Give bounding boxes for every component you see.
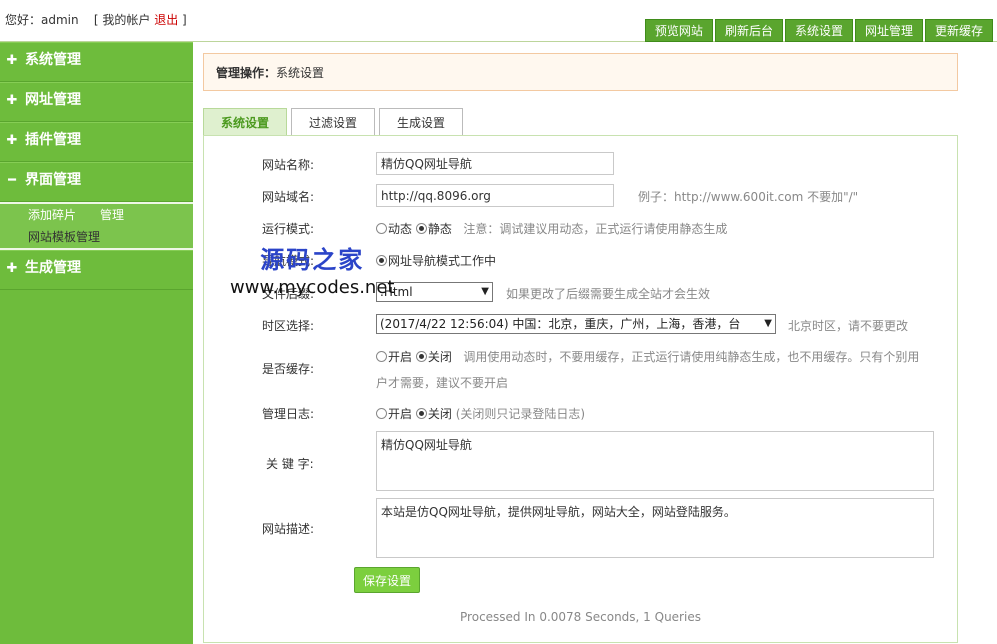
run-mode-label: 运行模式: [262, 222, 315, 236]
admin-log-label: 管理日志: [262, 407, 315, 421]
operation-value: 系统设置 [276, 66, 325, 80]
template-manage-link[interactable]: 网站模板管理 [28, 226, 100, 248]
site-domain-label: 网站域名: [262, 190, 315, 204]
greeting-text: 您好：admin [5, 13, 79, 27]
site-domain-input[interactable] [376, 184, 614, 207]
admin-log-options: 开启 关闭 (关闭则只记录登陆日志) [376, 405, 585, 422]
url-manage-button[interactable]: 网址管理 [854, 19, 923, 42]
site-domain-hint: 例子：http://www.600it.com 不要加"/" [638, 190, 859, 204]
file-ext-label: 文件后缀: [262, 287, 315, 301]
cache-off-radio[interactable] [415, 351, 427, 362]
cache-on-label: 开启 [388, 350, 413, 364]
logout-link[interactable]: 退出 [154, 13, 178, 27]
dropdown-arrow-icon: ▼ [764, 315, 772, 333]
file-ext-hint: 如果更改了后缀需要生成全站才会生效 [506, 287, 711, 301]
site-name-label: 网站名称: [262, 158, 315, 172]
sidebar-group-generate[interactable]: ✚ 生成管理 [0, 250, 193, 290]
run-mode-dynamic-label: 动态 [388, 222, 413, 236]
cache-options: 开启 关闭 调用使用动态时，不要用缓存，正式运行请使用纯静态生成，也不用缓存。只… [376, 348, 919, 365]
cache-on-radio[interactable] [376, 351, 387, 362]
account-bracket: ] [182, 13, 187, 27]
system-settings-button[interactable]: 系统设置 [784, 19, 853, 42]
keywords-textarea[interactable]: 精仿QQ网址导航 [376, 431, 934, 491]
run-mode-hint: 注意：调试建议用动态，正式运行请使用静态生成 [463, 222, 728, 236]
user-greeting: 您好：admin [ 我的帐户 退出 ] [5, 11, 187, 28]
refresh-admin-button[interactable]: 刷新后台 [714, 19, 783, 42]
sidebar-group-label: 系统管理 [25, 52, 81, 68]
subitem-fragment-row: 添加碎片 管理 [0, 204, 193, 226]
save-settings-button[interactable]: 保存设置 [354, 567, 421, 593]
plus-icon: ✚ [6, 53, 18, 68]
site-name-input[interactable] [376, 152, 614, 175]
tab-generate-settings[interactable]: 生成设置 [379, 108, 464, 136]
sidebar-group-label: 网址管理 [25, 92, 81, 108]
run-mode-options: 动态 静态 注意：调试建议用动态，正式运行请使用静态生成 [376, 220, 727, 237]
update-cache-button[interactable]: 更新缓存 [924, 19, 993, 42]
main-content: 管理操作：系统设置 系统设置 过滤设置 生成设置 网站名称: 网站域名: 例子：… [203, 53, 958, 643]
operation-bar: 管理操作：系统设置 [203, 53, 958, 91]
dropdown-arrow-icon: ▼ [481, 286, 489, 297]
operation-label: 管理操作： [216, 66, 277, 80]
minus-icon: ━ [8, 173, 16, 188]
plus-icon: ✚ [6, 93, 18, 108]
timezone-select[interactable]: (2017/4/22 12:56:04) 中国：北京，重庆，广州，上海，香港，台… [376, 314, 776, 334]
my-account-link[interactable]: [ 我的帐户 [94, 13, 151, 27]
manage-fragment-link[interactable]: 管理 [100, 204, 124, 226]
row-timezone: 时区选择: (2017/4/22 12:56:04) 中国：北京，重庆，广州，上… [204, 314, 957, 337]
tab-system-settings[interactable]: 系统设置 [203, 108, 288, 136]
sidebar: ✚ 系统管理 ✚ 网址管理 ✚ 插件管理 ━ 界面管理 添加碎片 管理 网站模板管理 ✚… [0, 42, 193, 644]
cache-hint-line2: 户才需要，建议不要开启 [376, 376, 509, 390]
sidebar-group-system[interactable]: ✚ 系统管理 [0, 42, 193, 82]
description-label: 网站描述: [262, 522, 315, 536]
top-nav: 预览网站 刷新后台 系统设置 网址管理 更新缓存 [644, 19, 993, 42]
sidebar-group-interface[interactable]: ━ 界面管理 [0, 162, 193, 202]
run-mode-static-label: 静态 [427, 222, 452, 236]
sidebar-group-label: 生成管理 [25, 260, 81, 276]
run-mode-dynamic-radio[interactable] [376, 223, 387, 234]
timezone-label: 时区选择: [262, 319, 315, 333]
timezone-value: (2017/4/22 12:56:04) 中国：北京，重庆，广州，上海，香港，台 [380, 317, 741, 331]
add-fragment-link[interactable]: 添加碎片 [28, 204, 76, 226]
description-textarea[interactable]: 本站是仿QQ网址导航，提供网址导航，网站大全，网站登陆服务。 [376, 498, 934, 558]
admin-log-on-label: 开启 [388, 407, 413, 421]
admin-log-hint: (关闭则只记录登陆日志) [455, 407, 586, 421]
processing-footer: Processed In 0.0078 Seconds, 1 Queries [460, 610, 701, 624]
tab-filter-settings[interactable]: 过滤设置 [291, 108, 376, 136]
admin-log-on-radio[interactable] [376, 408, 387, 419]
top-bar: 您好：admin [ 我的帐户 退出 ] 预览网站 刷新后台 系统设置 网址管理… [0, 0, 997, 42]
subitem-template-row: 网站模板管理 [0, 226, 193, 248]
sidebar-group-label: 插件管理 [25, 132, 81, 148]
keywords-label: 关 键 字: [266, 457, 314, 471]
nav-mode-option-label: 网址导航模式工作中 [388, 254, 497, 268]
plus-icon: ✚ [6, 261, 18, 276]
sidebar-group-urls[interactable]: ✚ 网址管理 [0, 82, 193, 122]
file-ext-select[interactable]: .Html ▼ [376, 282, 493, 302]
cache-label: 是否缓存: [262, 362, 315, 376]
cache-hint-line1: 调用使用动态时，不要用缓存，正式运行请使用纯静态生成，也不用缓存。只有个别用 [463, 350, 920, 364]
row-file-ext: 文件后缀: .Html ▼ 如果更改了后缀需要生成全站才会生效 [204, 282, 957, 302]
nav-mode-options: 网址导航模式工作中 [376, 252, 496, 269]
plus-icon: ✚ [6, 133, 18, 148]
cache-off-label: 关闭 [427, 350, 452, 364]
admin-log-off-label: 关闭 [427, 407, 452, 421]
nav-mode-label: 导航模式: [262, 254, 315, 268]
settings-tabs: 系统设置 过滤设置 生成设置 [203, 108, 467, 136]
run-mode-static-radio[interactable] [415, 223, 427, 234]
settings-panel: 网站名称: 网站域名: 例子：http://www.600it.com 不要加"… [203, 135, 958, 643]
sidebar-group-label: 界面管理 [25, 172, 81, 188]
sidebar-group-plugins[interactable]: ✚ 插件管理 [0, 122, 193, 162]
timezone-hint: 北京时区，请不要更改 [788, 319, 909, 333]
preview-site-button[interactable]: 预览网站 [644, 19, 713, 42]
admin-log-off-radio[interactable] [415, 408, 427, 419]
file-ext-value: .Html [380, 285, 413, 299]
nav-mode-radio[interactable] [376, 255, 387, 266]
interface-subitems: 添加碎片 管理 网站模板管理 [0, 202, 193, 250]
